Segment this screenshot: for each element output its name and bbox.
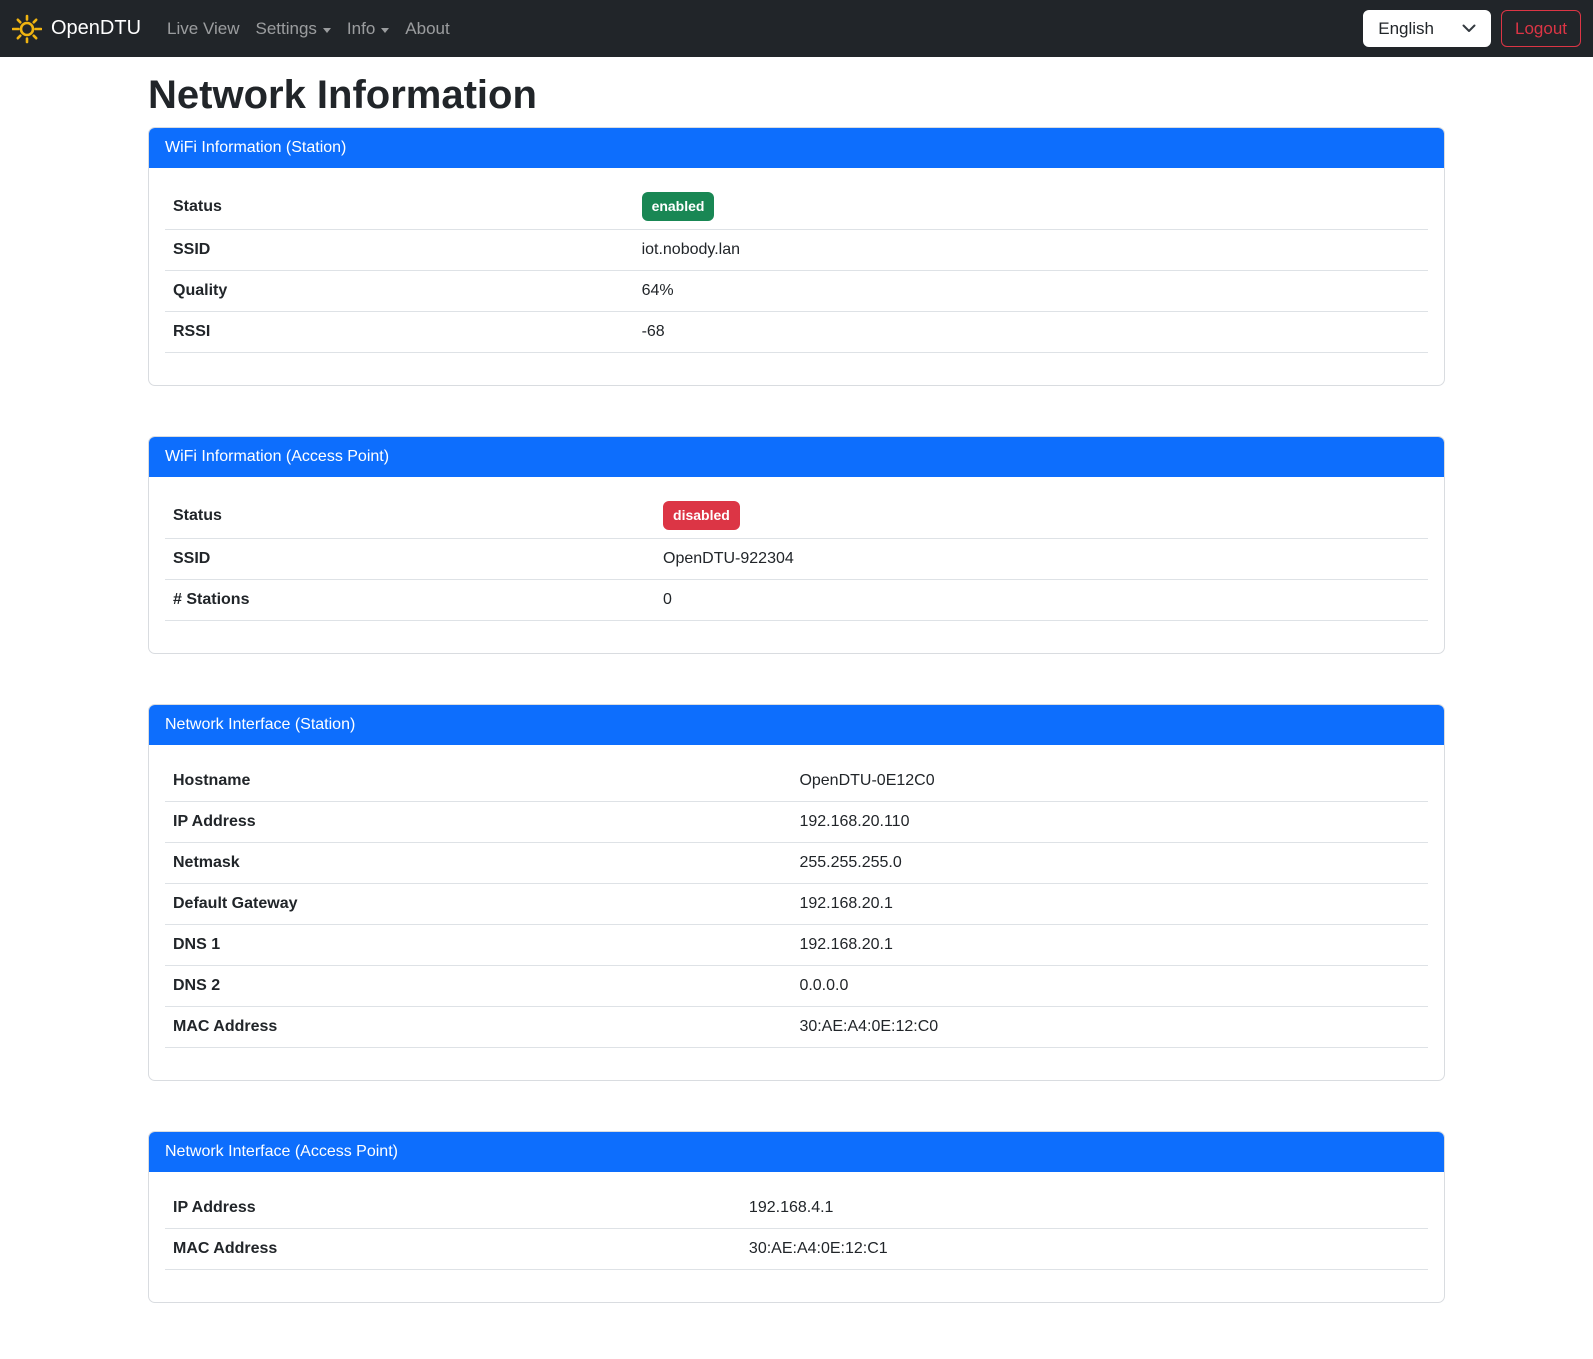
language-select[interactable]: English [1363,10,1491,47]
row-label: MAC Address [165,1229,741,1270]
info-table: Status disabled SSIDOpenDTU-922304# Statio… [165,493,1428,621]
row-value: 64% [634,271,1428,312]
info-card: Network Interface (Station) HostnameOpen… [148,704,1445,1081]
card-header: WiFi Information (Station) [149,128,1444,168]
row-value: 192.168.4.1 [741,1188,1428,1229]
logout-button[interactable]: Logout [1501,10,1581,47]
row-label: SSID [165,230,634,271]
row-label: IP Address [165,1188,741,1229]
chevron-down-icon [323,28,331,33]
nav-item-about[interactable]: About [397,11,457,47]
row-value: 0 [655,580,1428,621]
row-label: Netmask [165,843,791,884]
nav-item-info[interactable]: Info [339,11,397,47]
row-value: 255.255.255.0 [791,843,1428,884]
card-header: Network Interface (Access Point) [149,1132,1444,1172]
row-label: Status [165,493,655,539]
info-card: WiFi Information (Station) Status enabled… [148,127,1445,386]
status-badge: disabled [663,501,740,530]
row-value: OpenDTU-0E12C0 [791,761,1428,802]
card-body: Status disabled SSIDOpenDTU-922304# Statio… [149,477,1444,653]
table-row: IP Address192.168.20.110 [165,802,1428,843]
info-table: IP Address192.168.4.1MAC Address30:AE:A4… [165,1188,1428,1270]
row-value: 192.168.20.1 [791,884,1428,925]
table-row: SSIDiot.nobody.lan [165,230,1428,271]
row-label: Default Gateway [165,884,791,925]
row-label: Quality [165,271,634,312]
row-value: 192.168.20.110 [791,802,1428,843]
table-row: Default Gateway192.168.20.1 [165,884,1428,925]
table-row: MAC Address30:AE:A4:0E:12:C1 [165,1229,1428,1270]
row-value: 30:AE:A4:0E:12:C0 [791,1007,1428,1048]
row-value: -68 [634,312,1428,353]
chevron-down-icon [381,28,389,33]
page-title: Network Information [148,71,1445,119]
table-row: MAC Address30:AE:A4:0E:12:C0 [165,1007,1428,1048]
row-label: Hostname [165,761,791,802]
row-value: 0.0.0.0 [791,966,1428,1007]
row-value: enabled [634,184,1428,230]
language-select-value: English [1378,19,1434,39]
table-row: Netmask255.255.255.0 [165,843,1428,884]
main-content: Network Information WiFi Information (St… [148,71,1445,1303]
info-card: WiFi Information (Access Point) Status di… [148,436,1445,654]
row-value: iot.nobody.lan [634,230,1428,271]
info-table: Status enabled SSIDiot.nobody.lanQuality64… [165,184,1428,353]
table-row: Quality64% [165,271,1428,312]
table-row: SSIDOpenDTU-922304 [165,539,1428,580]
row-label: MAC Address [165,1007,791,1048]
row-value: OpenDTU-922304 [655,539,1428,580]
status-badge: enabled [642,192,715,221]
navbar: OpenDTU Live ViewSettingsInfoAbout Engli… [0,0,1593,57]
card-body: Status enabled SSIDiot.nobody.lanQuality64… [149,168,1444,385]
card-header: Network Interface (Station) [149,705,1444,745]
row-label: IP Address [165,802,791,843]
table-row: RSSI-68 [165,312,1428,353]
brand-label: OpenDTU [51,17,141,40]
table-row: Status enabled [165,184,1428,230]
cards-container: WiFi Information (Station) Status enabled… [148,127,1445,1303]
table-row: # Stations0 [165,580,1428,621]
table-row: DNS 1192.168.20.1 [165,925,1428,966]
table-row: Status disabled [165,493,1428,539]
row-label: Status [165,184,634,230]
row-value: 192.168.20.1 [791,925,1428,966]
nav-links: Live ViewSettingsInfoAbout [159,11,458,47]
card-body: HostnameOpenDTU-0E12C0IP Address192.168.… [149,745,1444,1080]
row-label: DNS 2 [165,966,791,1007]
table-row: DNS 20.0.0.0 [165,966,1428,1007]
info-card: Network Interface (Access Point) IP Addr… [148,1131,1445,1303]
row-label: SSID [165,539,655,580]
row-label: RSSI [165,312,634,353]
nav-item-settings[interactable]: Settings [247,11,338,47]
chevron-down-icon [1462,24,1476,33]
sun-icon [12,14,42,44]
row-label: # Stations [165,580,655,621]
table-row: IP Address192.168.4.1 [165,1188,1428,1229]
card-header: WiFi Information (Access Point) [149,437,1444,477]
row-value: disabled [655,493,1428,539]
card-body: IP Address192.168.4.1MAC Address30:AE:A4… [149,1172,1444,1302]
row-label: DNS 1 [165,925,791,966]
info-table: HostnameOpenDTU-0E12C0IP Address192.168.… [165,761,1428,1048]
row-value: 30:AE:A4:0E:12:C1 [741,1229,1428,1270]
table-row: HostnameOpenDTU-0E12C0 [165,761,1428,802]
nav-item-live-view[interactable]: Live View [159,11,247,47]
brand-link[interactable]: OpenDTU [12,14,141,44]
